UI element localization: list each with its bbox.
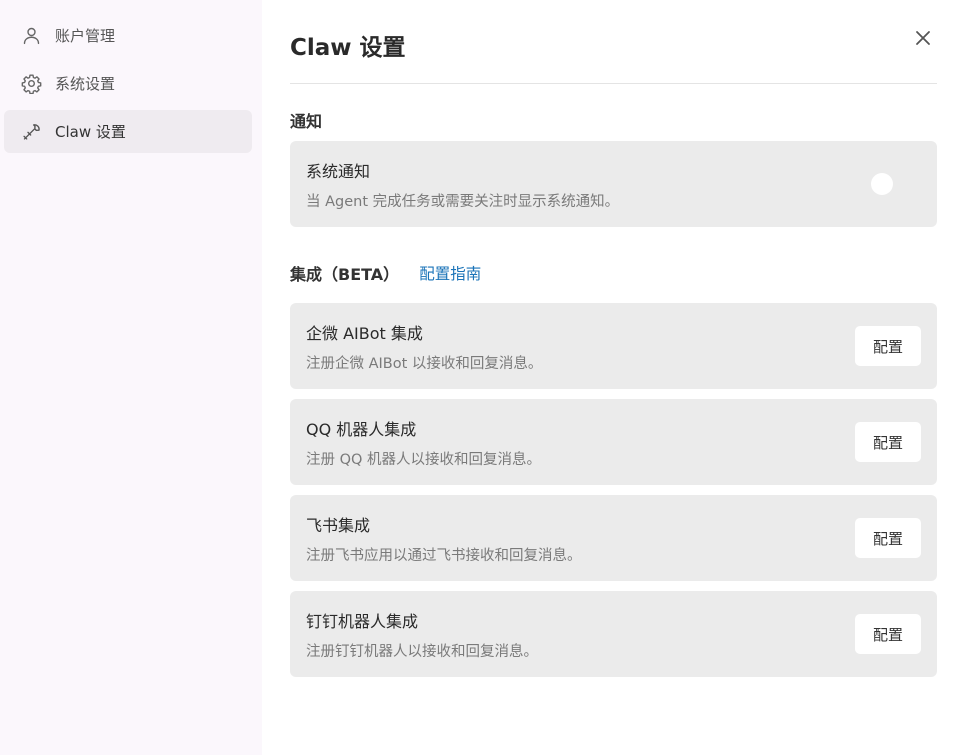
integration-desc: 注册 QQ 机器人以接收和回复消息。 bbox=[306, 451, 542, 468]
integration-desc: 注册企微 AIBot 以接收和回复消息。 bbox=[306, 355, 543, 372]
integration-card-wecom: 企微 AIBot 集成 注册企微 AIBot 以接收和回复消息。 配置 bbox=[290, 303, 937, 389]
notification-desc: 当 Agent 完成任务或需要关注时显示系统通知。 bbox=[306, 193, 620, 210]
sidebar-item-claw[interactable]: Claw 设置 bbox=[4, 110, 252, 153]
sidebar-item-label: 系统设置 bbox=[55, 75, 116, 93]
integration-text: 飞书集成 注册飞书应用以通过飞书接收和回复消息。 bbox=[306, 512, 582, 565]
sidebar-item-label: 账户管理 bbox=[55, 27, 116, 45]
integration-card-qq: QQ 机器人集成 注册 QQ 机器人以接收和回复消息。 配置 bbox=[290, 399, 937, 485]
integration-card-feishu: 飞书集成 注册飞书应用以通过飞书接收和回复消息。 配置 bbox=[290, 495, 937, 581]
integration-title: 钉钉机器人集成 bbox=[306, 611, 419, 631]
user-icon bbox=[20, 25, 42, 47]
settings-main: Claw 设置 通知 系统通知 当 Agent 完成任务或需要关注时显示系统通知… bbox=[262, 0, 960, 755]
integration-list: 企微 AIBot 集成 注册企微 AIBot 以接收和回复消息。 配置 QQ 机… bbox=[290, 303, 937, 677]
sidebar: 账户管理 系统设置 Claw 设置 bbox=[0, 0, 262, 755]
system-notification-card: 系统通知 当 Agent 完成任务或需要关注时显示系统通知。 bbox=[290, 141, 937, 227]
integration-section-title: 集成（BETA） bbox=[290, 265, 400, 284]
configure-button[interactable]: 配置 bbox=[855, 422, 921, 462]
wrench-icon bbox=[20, 121, 42, 143]
settings-window: 账户管理 系统设置 Claw 设置 Claw 设置 通知 系统通知 当 Agen… bbox=[0, 0, 960, 755]
configure-button[interactable]: 配置 bbox=[855, 518, 921, 558]
integration-title: 企微 AIBot 集成 bbox=[306, 323, 423, 343]
configure-button[interactable]: 配置 bbox=[855, 614, 921, 654]
integration-desc: 注册钉钉机器人以接收和回复消息。 bbox=[306, 643, 538, 660]
notification-text: 系统通知 当 Agent 完成任务或需要关注时显示系统通知。 bbox=[306, 158, 619, 211]
integration-title: QQ 机器人集成 bbox=[306, 419, 417, 439]
integration-section-header: 集成（BETA） 配置指南 bbox=[290, 262, 937, 284]
integration-text: 企微 AIBot 集成 注册企微 AIBot 以接收和回复消息。 bbox=[306, 320, 542, 373]
integration-desc: 注册飞书应用以通过飞书接收和回复消息。 bbox=[306, 547, 582, 564]
configure-button[interactable]: 配置 bbox=[855, 326, 921, 366]
close-button[interactable] bbox=[911, 26, 935, 50]
sidebar-item-account[interactable]: 账户管理 bbox=[4, 14, 252, 57]
gear-icon bbox=[20, 73, 42, 95]
integration-card-dingtalk: 钉钉机器人集成 注册钉钉机器人以接收和回复消息。 配置 bbox=[290, 591, 937, 677]
page-title: Claw 设置 bbox=[290, 34, 406, 61]
sidebar-item-label: Claw 设置 bbox=[55, 123, 126, 141]
integration-text: QQ 机器人集成 注册 QQ 机器人以接收和回复消息。 bbox=[306, 416, 541, 469]
sidebar-item-system[interactable]: 系统设置 bbox=[4, 62, 252, 105]
config-guide-link[interactable]: 配置指南 bbox=[419, 262, 481, 284]
system-notification-toggle[interactable] bbox=[871, 173, 893, 195]
integration-text: 钉钉机器人集成 注册钉钉机器人以接收和回复消息。 bbox=[306, 608, 538, 661]
notification-section-title: 通知 bbox=[290, 112, 323, 131]
notification-title: 系统通知 bbox=[306, 161, 371, 181]
close-icon bbox=[916, 30, 930, 45]
integration-title: 飞书集成 bbox=[306, 515, 371, 535]
header: Claw 设置 bbox=[290, 0, 937, 84]
